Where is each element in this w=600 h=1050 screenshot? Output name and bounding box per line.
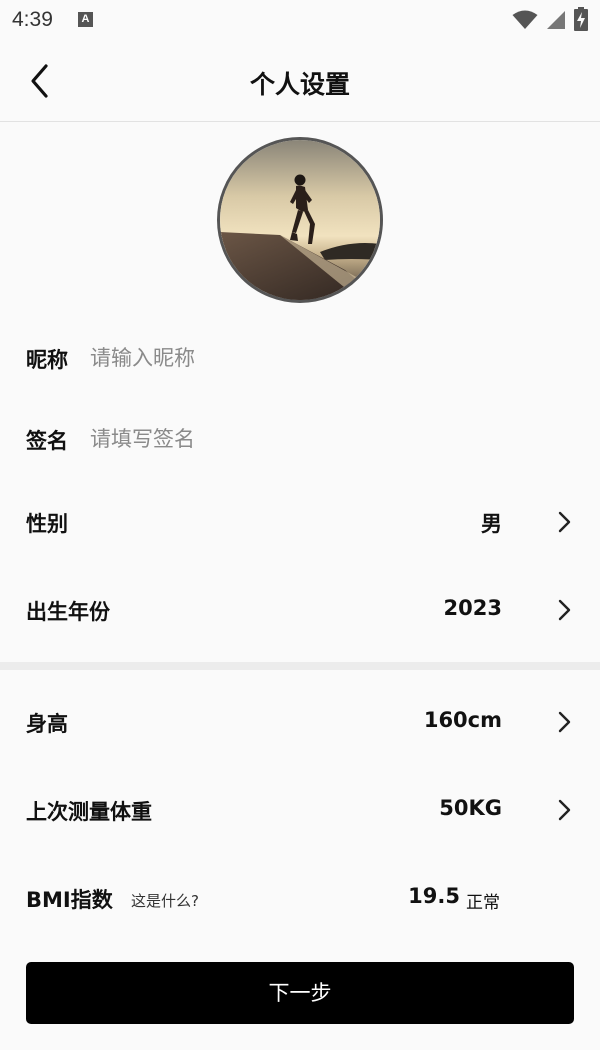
bmi-help-link[interactable]: 这是什么? — [131, 890, 199, 911]
signature-label: 签名 — [26, 429, 68, 453]
weight-value: 50KG — [439, 796, 502, 820]
chevron-right-icon — [558, 511, 571, 533]
nickname-row: 昵称 — [0, 328, 600, 388]
chevron-right-icon — [558, 711, 571, 733]
nickname-label: 昵称 — [26, 348, 68, 372]
birth-year-label: 出生年份 — [26, 600, 110, 624]
signature-input[interactable] — [90, 421, 570, 457]
section-divider — [0, 662, 600, 670]
height-row[interactable]: 身高 160cm — [0, 692, 600, 752]
signature-row: 签名 — [0, 409, 600, 469]
chevron-right-icon — [558, 799, 571, 821]
cell-signal-icon — [547, 11, 565, 29]
nickname-input[interactable] — [90, 340, 570, 376]
status-time: 4:39 — [12, 8, 53, 31]
gender-label: 性别 — [26, 512, 68, 536]
wifi-icon — [512, 10, 538, 29]
next-button[interactable]: 下一步 — [26, 962, 574, 1024]
gender-row[interactable]: 性别 男 — [0, 492, 600, 552]
battery-charging-icon — [574, 7, 588, 31]
bmi-label: BMI指数 — [26, 888, 113, 912]
avatar[interactable] — [217, 137, 383, 303]
notification-badge-icon: A — [78, 12, 93, 27]
app-header: 个人设置 — [0, 40, 600, 122]
gender-value: 男 — [481, 512, 502, 536]
birth-year-value: 2023 — [443, 596, 502, 620]
status-bar: 4:39 A — [0, 0, 600, 40]
chevron-right-icon — [558, 599, 571, 621]
birth-year-row[interactable]: 出生年份 2023 — [0, 580, 600, 640]
height-value: 160cm — [423, 708, 502, 732]
page-title: 个人设置 — [249, 70, 350, 99]
runner-photo — [220, 140, 380, 300]
bmi-value: 19.5 — [408, 884, 460, 908]
bmi-row: BMI指数 这是什么? 19.5 正常 — [0, 868, 600, 928]
weight-row[interactable]: 上次测量体重 50KG — [0, 780, 600, 840]
weight-label: 上次测量体重 — [26, 800, 152, 824]
bmi-status: 正常 — [466, 893, 500, 913]
height-label: 身高 — [26, 712, 68, 736]
